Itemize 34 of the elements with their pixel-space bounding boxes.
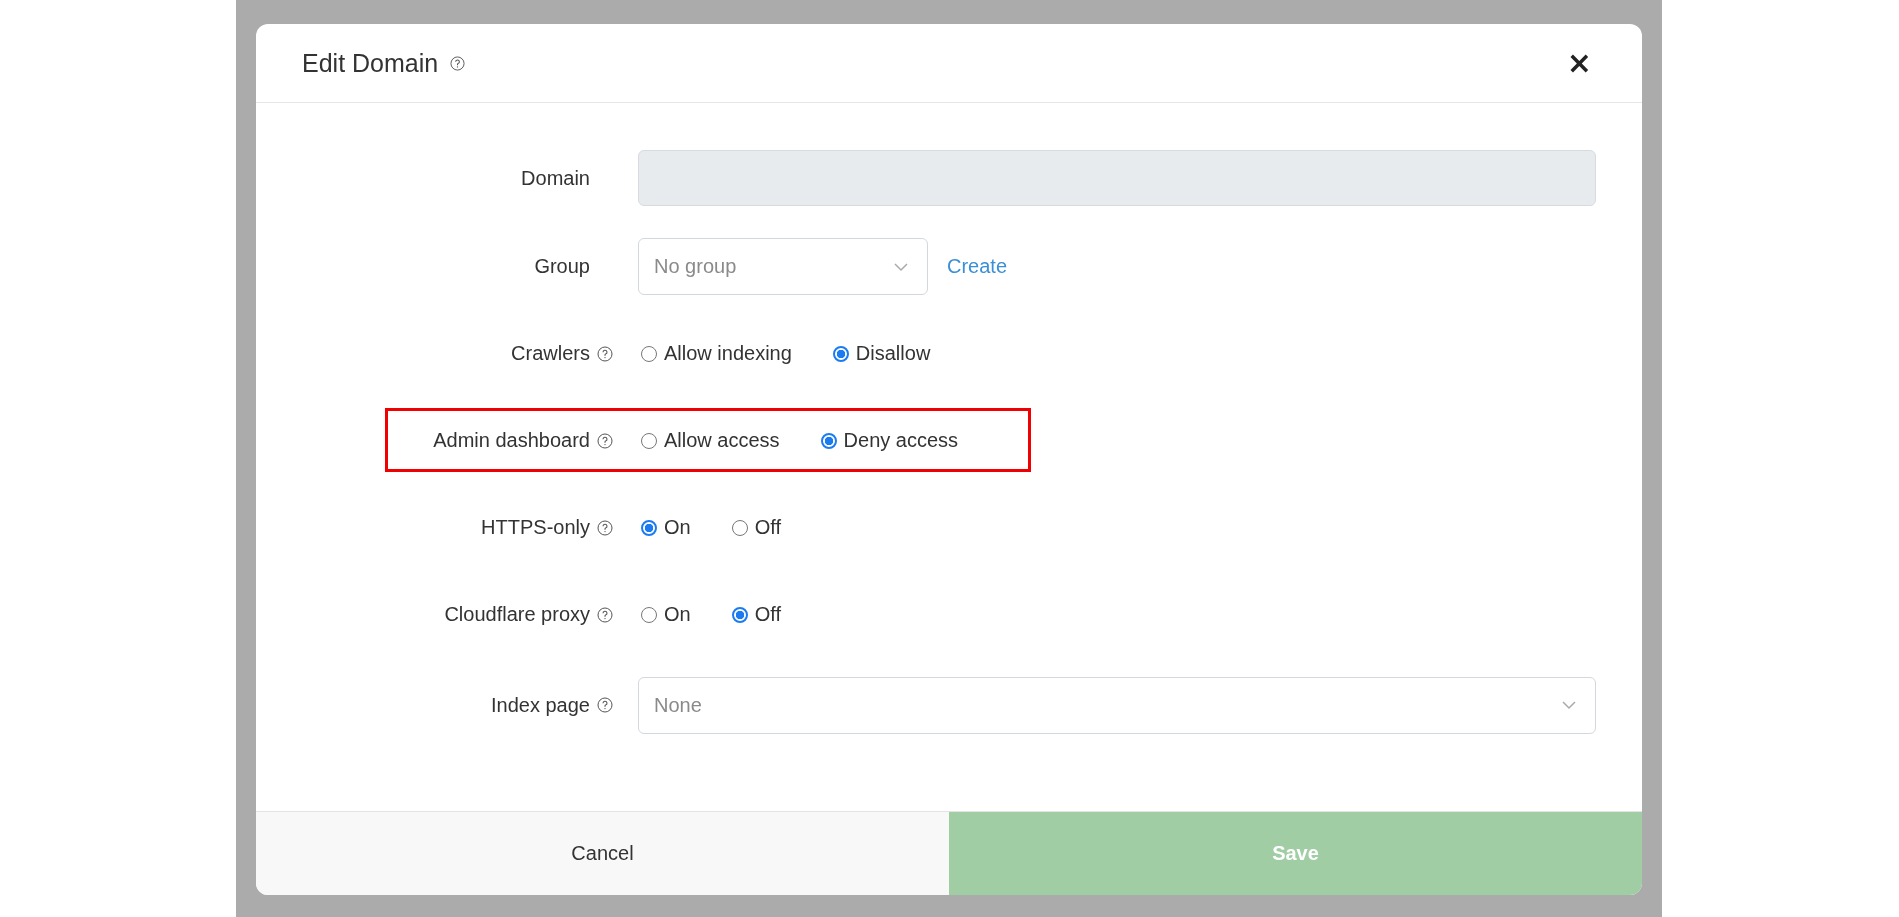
radio-button[interactable] [641, 345, 657, 362]
radio-button[interactable] [820, 432, 837, 449]
help-icon[interactable] [597, 432, 613, 449]
help-icon[interactable] [597, 697, 613, 713]
radio-button[interactable] [641, 519, 657, 536]
option-label[interactable]: On [664, 516, 691, 539]
dialog-title: Edit Domain [302, 48, 439, 78]
option-label[interactable]: Disallow [855, 342, 931, 365]
cancel-button[interactable]: Cancel [256, 812, 949, 895]
chevron-down-icon [1561, 700, 1577, 710]
help-icon[interactable] [597, 606, 613, 623]
field-label: Index page [491, 693, 590, 717]
option-label[interactable]: Off [754, 603, 781, 626]
radio-button[interactable] [641, 606, 657, 623]
field-label: Group [534, 255, 590, 278]
field-label: Domain [521, 166, 590, 190]
help-icon[interactable] [450, 55, 466, 71]
radio-button[interactable] [832, 345, 849, 362]
help-icon[interactable] [597, 519, 613, 536]
option-label[interactable]: Allow access [664, 429, 780, 452]
option-label[interactable]: Allow indexing [664, 342, 792, 365]
option-label[interactable]: On [664, 603, 691, 626]
chevron-down-icon [893, 261, 909, 272]
help-icon[interactable] [597, 345, 613, 362]
field-label: Crawlers [511, 342, 590, 365]
field-label: Admin dashboard [433, 429, 590, 452]
close-button[interactable]: × [1562, 48, 1596, 78]
option-label[interactable]: Off [754, 516, 781, 539]
radio-button[interactable] [731, 519, 748, 536]
radio-button[interactable] [731, 606, 748, 623]
option-label[interactable]: Deny access [843, 429, 959, 452]
radio-button[interactable] [641, 432, 657, 449]
field-label: Cloudflare proxy [444, 603, 590, 626]
field-label: HTTPS-only [481, 516, 590, 539]
